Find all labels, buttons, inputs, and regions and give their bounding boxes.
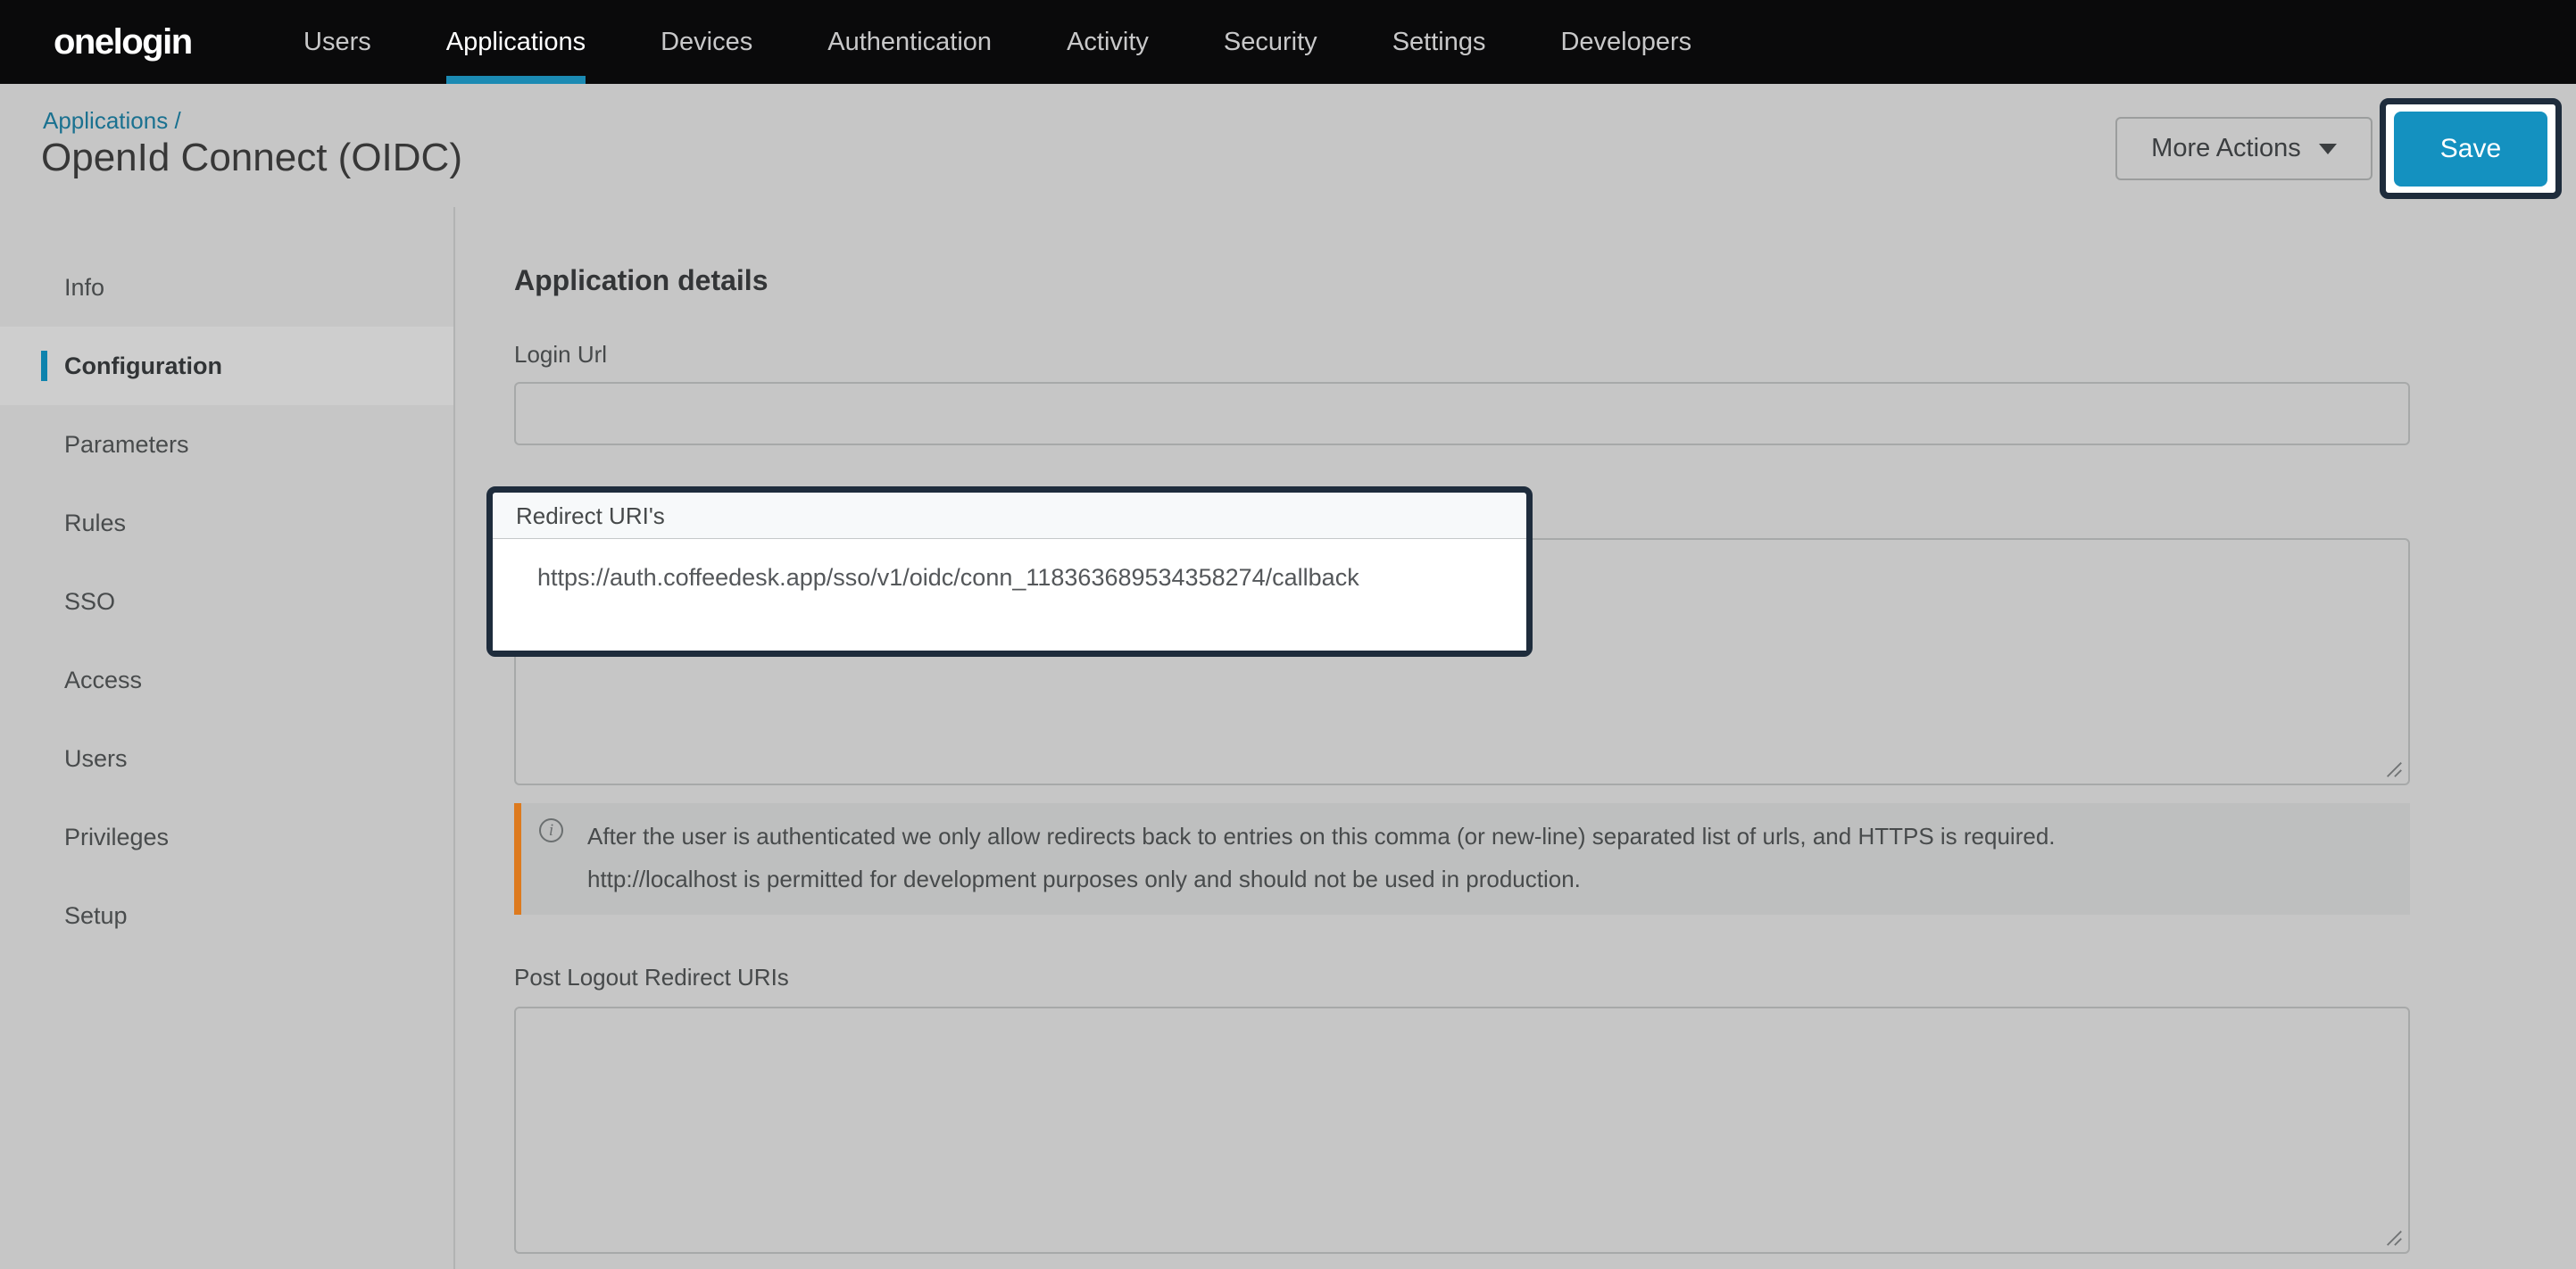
sidebar-item-privileges[interactable]: Privileges [0, 798, 453, 876]
primary-nav: Users Applications Devices Authenticatio… [303, 0, 1691, 84]
more-actions-button[interactable]: More Actions [2115, 117, 2372, 180]
breadcrumb: Applications / [43, 107, 181, 135]
resize-handle-icon[interactable] [2384, 1228, 2404, 1248]
breadcrumb-applications-link[interactable]: Applications [43, 107, 168, 134]
sidebar-item-users[interactable]: Users [0, 719, 453, 798]
post-logout-redirect-uris-textarea[interactable] [514, 1007, 2410, 1254]
app-sidebar: Info Configuration Parameters Rules SSO … [0, 207, 455, 1269]
nav-item-developers[interactable]: Developers [1560, 0, 1691, 84]
onelogin-logo[interactable]: onelogin [54, 0, 192, 84]
redirect-uris-value-area[interactable]: https://auth.coffeedesk.app/sso/v1/oidc/… [493, 538, 1526, 651]
sidebar-item-configuration[interactable]: Configuration [0, 327, 453, 405]
nav-item-security[interactable]: Security [1224, 0, 1317, 84]
more-actions-label: More Actions [2151, 134, 2301, 163]
section-heading: Application details [514, 264, 768, 297]
redirect-uris-label: Redirect URI's [516, 502, 665, 530]
save-button[interactable]: Save [2394, 112, 2547, 187]
sidebar-item-setup[interactable]: Setup [0, 876, 453, 955]
sidebar-item-rules[interactable]: Rules [0, 484, 453, 562]
sidebar-item-access[interactable]: Access [0, 641, 453, 719]
breadcrumb-separator-slash: / [174, 107, 180, 134]
nav-item-settings[interactable]: Settings [1392, 0, 1486, 84]
post-logout-redirect-uris-label: Post Logout Redirect URIs [514, 964, 789, 991]
nav-item-activity[interactable]: Activity [1067, 0, 1149, 84]
page-title: OpenId Connect (OIDC) [41, 136, 462, 180]
login-url-label: Login Url [514, 341, 607, 369]
note-line-2: http://localhost is permitted for develo… [587, 866, 1581, 893]
login-url-input[interactable] [514, 382, 2410, 445]
sidebar-item-parameters[interactable]: Parameters [0, 405, 453, 484]
chevron-down-icon [2319, 144, 2337, 154]
redirect-uris-value: https://auth.coffeedesk.app/sso/v1/oidc/… [537, 564, 1359, 592]
nav-item-authentication[interactable]: Authentication [827, 0, 992, 84]
nav-item-users[interactable]: Users [303, 0, 371, 84]
nav-item-devices[interactable]: Devices [661, 0, 752, 84]
resize-handle-icon[interactable] [2384, 759, 2404, 779]
redirect-uris-annotation-box: Redirect URI's https://auth.coffeedesk.a… [486, 486, 1533, 657]
save-annotation-box: Save [2380, 98, 2562, 199]
note-line-1: After the user is authenticated we only … [587, 823, 2056, 850]
active-tab-indicator [41, 351, 47, 381]
nav-item-applications[interactable]: Applications [446, 0, 586, 84]
info-icon: i [539, 818, 563, 842]
sidebar-item-sso[interactable]: SSO [0, 562, 453, 641]
sidebar-item-info[interactable]: Info [0, 248, 453, 327]
top-nav: onelogin Users Applications Devices Auth… [0, 0, 2576, 84]
redirect-uris-help-note: i After the user is authenticated we onl… [514, 803, 2410, 915]
